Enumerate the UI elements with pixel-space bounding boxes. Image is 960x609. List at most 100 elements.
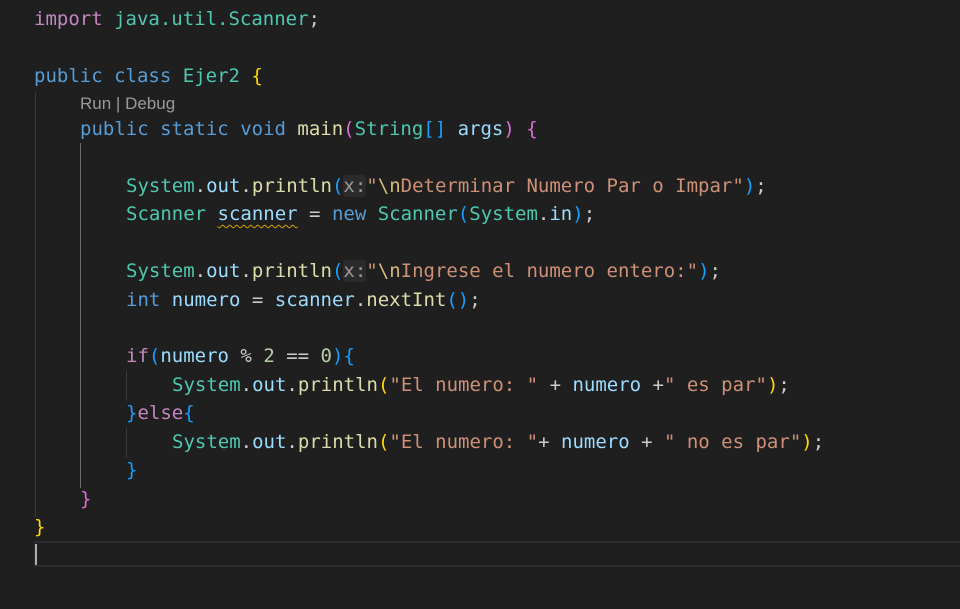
operator: + [538,431,562,453]
if-close-brace: } [126,402,138,424]
paren-open: ( [377,431,390,453]
paren-open: ( [331,175,344,197]
code-line-println-odd[interactable]: System.out.println("El numero: "+ numero… [172,428,824,456]
string-literal: "El numero: " [389,431,539,453]
operator: % [228,345,264,367]
string-literal: " no es par" [663,431,802,453]
method-call: println [297,374,378,396]
else-open-brace: { [183,402,195,424]
class-ref: System [172,374,241,396]
indent-guide [35,92,36,517]
field-ref: out [206,175,241,197]
keyword-import: import [34,8,103,30]
operator: + [641,374,664,396]
code-line-scanner-init[interactable]: Scanner scanner = new Scanner(System.in)… [126,200,595,228]
codelens-debug-link[interactable]: Debug [125,94,175,113]
dot: . [286,374,298,396]
operator: + [629,431,664,453]
semicolon: ; [308,8,320,30]
code-line-method-close[interactable]: } [80,485,91,513]
dot: . [194,260,207,282]
class-ref: System [126,260,195,282]
variable-scanner-warning[interactable]: scanner [218,203,298,225]
inlay-param-hint: x: [343,260,367,282]
operator: = [297,203,332,225]
dot: . [286,431,298,453]
paren-close: ) [801,431,813,453]
class-close-brace: } [34,516,46,538]
number-literal: 0 [320,345,332,367]
method-close-brace: } [80,488,92,510]
paren-close: ) [503,118,515,140]
dot: . [240,431,253,453]
dot: . [354,289,367,311]
dot: . [240,260,252,282]
paren-close: ) [698,260,710,282]
variable-ref: numero [160,345,229,367]
param-name: args [457,118,504,140]
string-literal: "El numero: " [389,374,539,396]
code-line-class-declaration[interactable]: public class Ejer2 { [34,62,263,90]
class-ref: System [172,431,241,453]
semicolon: ; [469,289,481,311]
paren-close: ) [766,374,779,396]
paren-open: ( [331,260,344,282]
class-open-brace: { [251,65,263,87]
number-literal: 2 [263,345,275,367]
code-line-else[interactable]: }else{ [126,399,195,427]
code-editor[interactable]: import java.util.Scanner; public class E… [0,0,960,609]
operator: + [538,374,573,396]
method-call: println [251,260,332,282]
code-line-else-close[interactable]: } [126,456,137,484]
else-close-brace: } [126,459,138,481]
codelens-run-link[interactable]: Run [80,94,111,113]
operator: == [274,345,321,367]
constructor-type: Scanner [377,203,458,225]
type-name: Scanner [126,203,207,225]
semicolon: ; [755,175,767,197]
inlay-param-hint: x: [343,175,367,197]
keyword-new: new [331,203,367,225]
paren-open: ( [343,118,355,140]
array-brackets: [] [423,118,447,140]
code-line-if-condition[interactable]: if(numero % 2 == 0){ [126,342,355,370]
dot: . [194,175,207,197]
dot: . [240,374,253,396]
code-line-main-method[interactable]: public static void main(String[] args) { [80,115,538,143]
parens: () [446,289,470,311]
code-line-read-int[interactable]: int numero = scanner.nextInt(); [126,286,481,314]
code-line-println-even[interactable]: System.out.println("El numero: " + numer… [172,371,790,399]
indent-guide [126,428,127,458]
paren-close: ) [331,345,344,367]
text-cursor [35,544,37,565]
field-ref: in [549,203,573,225]
class-name: Ejer2 [182,65,240,87]
variable-name: numero [171,289,241,311]
method-call: println [251,175,332,197]
keyword-else: else [137,402,184,424]
string-literal: " es par" [663,374,767,396]
string-literal: Determinar Numero Par o Impar" [400,175,744,197]
code-line-println-title[interactable]: System.out.println(x:"\nDeterminar Numer… [126,172,767,200]
code-line-class-close[interactable]: } [34,513,45,541]
escape-sequence: \n [377,260,401,282]
string-quote: " [366,175,378,197]
keyword-if: if [126,345,149,367]
code-line-println-prompt[interactable]: System.out.println(x:"\nIngrese el numer… [126,257,721,285]
keyword-int: int [126,289,161,311]
semicolon: ; [709,260,721,282]
current-line-highlight[interactable] [34,541,960,567]
method-name: main [297,118,344,140]
param-type: String [354,118,424,140]
variable-ref: numero [572,374,642,396]
field-ref: out [252,374,287,396]
paren-open: ( [148,345,161,367]
code-line-import[interactable]: import java.util.Scanner; [34,5,320,33]
field-ref: out [206,260,241,282]
escape-sequence: \n [377,175,401,197]
keyword-public: public [34,65,103,87]
method-open-brace: { [526,118,538,140]
class-ref: System [469,203,538,225]
method-call: nextInt [366,289,447,311]
import-path: java.util.Scanner [102,8,309,30]
